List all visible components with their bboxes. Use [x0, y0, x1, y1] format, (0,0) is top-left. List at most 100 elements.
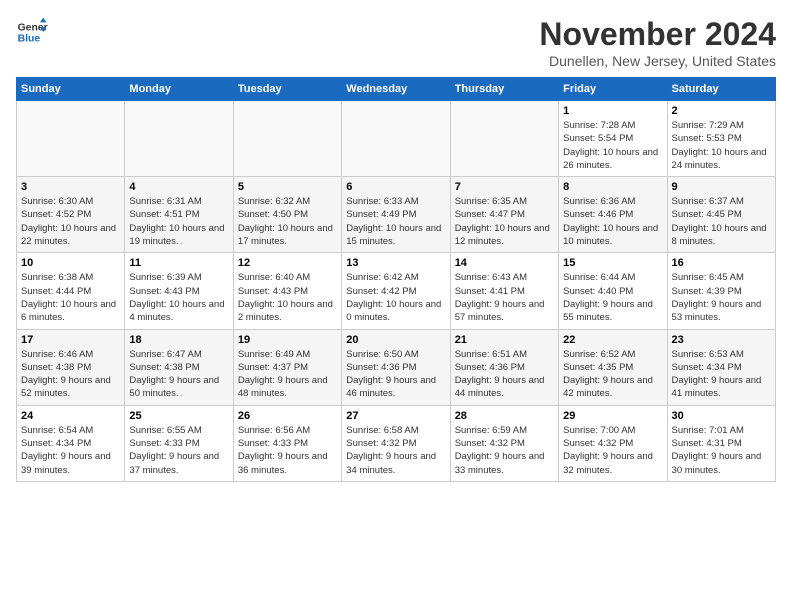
day-number: 29 [563, 410, 662, 422]
header: General Blue November 2024 Dunellen, New… [16, 16, 776, 69]
day-info: Sunrise: 6:58 AMSunset: 4:32 PMDaylight:… [346, 424, 445, 477]
day-cell: 13 Sunrise: 6:42 AMSunset: 4:42 PMDayligh… [342, 253, 450, 329]
day-info: Sunrise: 7:29 AMSunset: 5:53 PMDaylight:… [672, 119, 771, 172]
month-title: November 2024 [539, 16, 776, 53]
week-row-3: 10Sunrise: 6:38 AMSunset: 4:44 PMDayligh… [17, 253, 776, 329]
day-info: Sunrise: 6:45 AMSunset: 4:39 PMDaylight:… [672, 271, 771, 324]
day-cell: 18 Sunrise: 6:47 AMSunset: 4:38 PMDayligh… [125, 329, 233, 405]
day-cell: 21 Sunrise: 6:51 AMSunset: 4:36 PMDayligh… [450, 329, 558, 405]
day-cell [125, 101, 233, 177]
day-number: 30 [672, 410, 771, 422]
day-info: Sunrise: 7:01 AMSunset: 4:31 PMDaylight:… [672, 424, 771, 477]
day-number: 27 [346, 410, 445, 422]
day-info: Sunrise: 7:00 AMSunset: 4:32 PMDaylight:… [563, 424, 662, 477]
day-cell: 30 Sunrise: 7:01 AMSunset: 4:31 PMDayligh… [667, 405, 775, 481]
calendar-body: 1Sunrise: 7:28 AMSunset: 5:54 PMDaylight… [17, 101, 776, 482]
weekday-monday: Monday [125, 78, 233, 101]
weekday-thursday: Thursday [450, 78, 558, 101]
day-number: 9 [672, 181, 771, 193]
location: Dunellen, New Jersey, United States [539, 53, 776, 69]
week-row-1: 1Sunrise: 7:28 AMSunset: 5:54 PMDaylight… [17, 101, 776, 177]
weekday-saturday: Saturday [667, 78, 775, 101]
day-cell: 11Sunrise: 6:39 AMSunset: 4:43 PMDayligh… [125, 253, 233, 329]
day-number: 3 [21, 181, 120, 193]
day-number: 14 [455, 257, 554, 269]
day-info: Sunrise: 6:52 AMSunset: 4:35 PMDaylight:… [563, 348, 662, 401]
day-number: 11 [129, 257, 228, 269]
day-cell: 14Sunrise: 6:43 AMSunset: 4:41 PMDayligh… [450, 253, 558, 329]
day-info: Sunrise: 6:50 AMSunset: 4:36 PMDaylight:… [346, 348, 445, 401]
day-number: 18 [129, 334, 228, 346]
day-cell: 5 Sunrise: 6:32 AMSunset: 4:50 PMDaylight… [233, 177, 341, 253]
day-number: 25 [129, 410, 228, 422]
day-info: Sunrise: 6:40 AMSunset: 4:43 PMDaylight:… [238, 271, 337, 324]
day-cell: 1Sunrise: 7:28 AMSunset: 5:54 PMDaylight… [559, 101, 667, 177]
day-info: Sunrise: 6:44 AMSunset: 4:40 PMDaylight:… [563, 271, 662, 324]
day-info: Sunrise: 6:36 AMSunset: 4:46 PMDaylight:… [563, 195, 662, 248]
day-cell: 7 Sunrise: 6:35 AMSunset: 4:47 PMDaylight… [450, 177, 558, 253]
day-cell: 24 Sunrise: 6:54 AMSunset: 4:34 PMDayligh… [17, 405, 125, 481]
day-number: 12 [238, 257, 337, 269]
day-info: Sunrise: 6:46 AMSunset: 4:38 PMDaylight:… [21, 348, 120, 401]
day-number: 22 [563, 334, 662, 346]
day-info: Sunrise: 6:51 AMSunset: 4:36 PMDaylight:… [455, 348, 554, 401]
day-number: 13 [346, 257, 445, 269]
day-number: 10 [21, 257, 120, 269]
day-cell: 3 Sunrise: 6:30 AMSunset: 4:52 PMDaylight… [17, 177, 125, 253]
calendar: SundayMondayTuesdayWednesdayThursdayFrid… [16, 77, 776, 482]
day-number: 26 [238, 410, 337, 422]
day-info: Sunrise: 6:30 AMSunset: 4:52 PMDaylight:… [21, 195, 120, 248]
day-cell: 22 Sunrise: 6:52 AMSunset: 4:35 PMDayligh… [559, 329, 667, 405]
day-cell: 19 Sunrise: 6:49 AMSunset: 4:37 PMDayligh… [233, 329, 341, 405]
day-info: Sunrise: 6:47 AMSunset: 4:38 PMDaylight:… [129, 348, 228, 401]
day-cell: 10Sunrise: 6:38 AMSunset: 4:44 PMDayligh… [17, 253, 125, 329]
day-cell: 12 Sunrise: 6:40 AMSunset: 4:43 PMDayligh… [233, 253, 341, 329]
day-info: Sunrise: 6:42 AMSunset: 4:42 PMDaylight:… [346, 271, 445, 324]
day-cell [450, 101, 558, 177]
day-number: 15 [563, 257, 662, 269]
svg-text:Blue: Blue [18, 34, 41, 45]
day-number: 23 [672, 334, 771, 346]
week-row-2: 3 Sunrise: 6:30 AMSunset: 4:52 PMDaylight… [17, 177, 776, 253]
day-cell: 25 Sunrise: 6:55 AMSunset: 4:33 PMDayligh… [125, 405, 233, 481]
day-number: 7 [455, 181, 554, 193]
day-info: Sunrise: 6:31 AMSunset: 4:51 PMDaylight:… [129, 195, 228, 248]
day-number: 17 [21, 334, 120, 346]
day-info: Sunrise: 6:32 AMSunset: 4:50 PMDaylight:… [238, 195, 337, 248]
weekday-friday: Friday [559, 78, 667, 101]
day-cell: 28Sunrise: 6:59 AMSunset: 4:32 PMDayligh… [450, 405, 558, 481]
day-cell [17, 101, 125, 177]
day-cell: 9 Sunrise: 6:37 AMSunset: 4:45 PMDaylight… [667, 177, 775, 253]
weekday-tuesday: Tuesday [233, 78, 341, 101]
day-info: Sunrise: 6:55 AMSunset: 4:33 PMDaylight:… [129, 424, 228, 477]
day-info: Sunrise: 6:49 AMSunset: 4:37 PMDaylight:… [238, 348, 337, 401]
day-number: 21 [455, 334, 554, 346]
day-cell: 15 Sunrise: 6:44 AMSunset: 4:40 PMDayligh… [559, 253, 667, 329]
day-info: Sunrise: 6:33 AMSunset: 4:49 PMDaylight:… [346, 195, 445, 248]
day-cell [342, 101, 450, 177]
day-info: Sunrise: 6:54 AMSunset: 4:34 PMDaylight:… [21, 424, 120, 477]
day-cell: 4Sunrise: 6:31 AMSunset: 4:51 PMDaylight… [125, 177, 233, 253]
day-cell: 17 Sunrise: 6:46 AMSunset: 4:38 PMDayligh… [17, 329, 125, 405]
day-cell: 27 Sunrise: 6:58 AMSunset: 4:32 PMDayligh… [342, 405, 450, 481]
day-number: 20 [346, 334, 445, 346]
day-number: 24 [21, 410, 120, 422]
week-row-5: 24 Sunrise: 6:54 AMSunset: 4:34 PMDayligh… [17, 405, 776, 481]
day-cell: 16 Sunrise: 6:45 AMSunset: 4:39 PMDayligh… [667, 253, 775, 329]
day-number: 8 [563, 181, 662, 193]
day-info: Sunrise: 7:28 AMSunset: 5:54 PMDaylight:… [563, 119, 662, 172]
day-cell: 26Sunrise: 6:56 AMSunset: 4:33 PMDayligh… [233, 405, 341, 481]
week-row-4: 17 Sunrise: 6:46 AMSunset: 4:38 PMDayligh… [17, 329, 776, 405]
title-area: November 2024 Dunellen, New Jersey, Unit… [539, 16, 776, 69]
day-cell: 8 Sunrise: 6:36 AMSunset: 4:46 PMDaylight… [559, 177, 667, 253]
day-info: Sunrise: 6:37 AMSunset: 4:45 PMDaylight:… [672, 195, 771, 248]
day-info: Sunrise: 6:59 AMSunset: 4:32 PMDaylight:… [455, 424, 554, 477]
day-number: 5 [238, 181, 337, 193]
weekday-wednesday: Wednesday [342, 78, 450, 101]
day-number: 19 [238, 334, 337, 346]
day-number: 16 [672, 257, 771, 269]
day-cell: 2Sunrise: 7:29 AMSunset: 5:53 PMDaylight… [667, 101, 775, 177]
day-cell: 20 Sunrise: 6:50 AMSunset: 4:36 PMDayligh… [342, 329, 450, 405]
day-info: Sunrise: 6:35 AMSunset: 4:47 PMDaylight:… [455, 195, 554, 248]
logo-icon: General Blue [16, 16, 48, 48]
